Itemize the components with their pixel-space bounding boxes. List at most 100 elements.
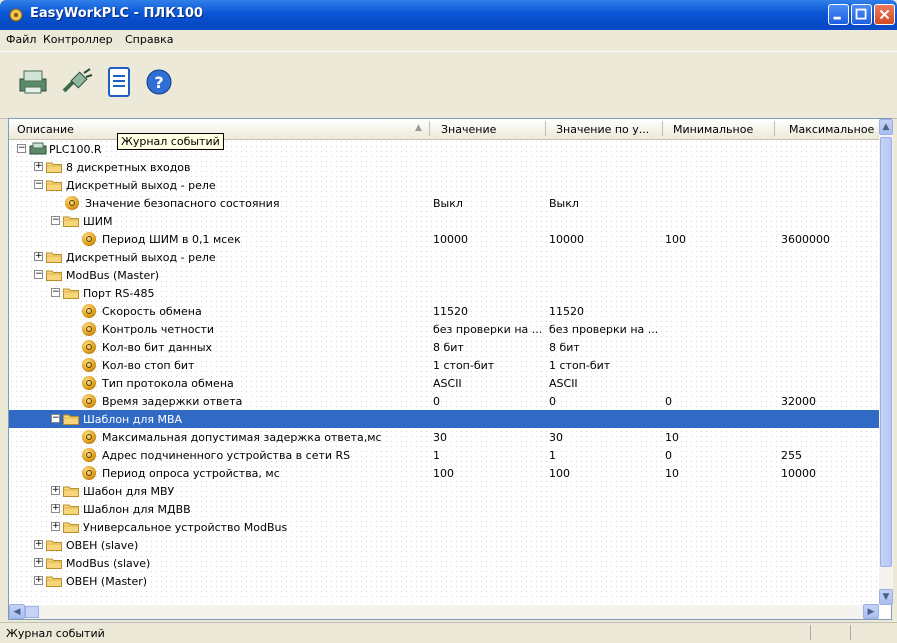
tree-row[interactable]: − Порт RS-485 [9,284,879,302]
parameter-icon [65,196,79,210]
collapse-icon[interactable]: − [51,216,60,225]
tree-row[interactable]: Кол-во бит данных 8 бит 8 бит [9,338,879,356]
print-button[interactable] [14,62,52,102]
folder-icon [46,162,62,173]
tree-rows: − PLC100.R +8 дискретных входов − Дискретный… [9,139,879,605]
cell-min: 0 [665,395,672,408]
tree-row[interactable]: Период опроса устройства, мс 100 100 10 1000… [9,464,879,482]
row-label: Скорость обмена [102,305,202,318]
cell-max: 32000 [781,395,816,408]
expand-icon[interactable]: + [34,162,43,171]
cell-d: 30 [549,431,563,444]
expand-icon[interactable]: + [51,504,60,513]
cell-d: 11520 [549,305,584,318]
folder-icon [63,486,79,497]
close-button[interactable] [874,4,895,25]
row-label: Шаблон для МДВВ [83,503,191,516]
cell-v: Выкл [433,197,463,210]
cell-v: 8 бит [433,341,464,354]
expand-icon[interactable]: + [51,522,60,531]
scroll-left-icon[interactable]: ◀ [9,604,25,619]
folder-icon [63,288,79,299]
collapse-icon[interactable]: − [17,144,26,153]
cell-min: 100 [665,233,686,246]
title-bar[interactable]: EasyWorkPLC - ПЛК100 [0,0,897,30]
help-button[interactable]: ? [140,62,178,102]
collapse-icon[interactable]: − [34,270,43,279]
row-label: Период ШИМ в 0,1 мсек [102,233,241,246]
row-label: Время задержки ответа [102,395,243,408]
menu-controller[interactable]: Контроллер [43,33,113,46]
tree-row[interactable]: Значение безопасного состояния Выкл Выкл [9,194,879,212]
expand-icon[interactable]: + [34,576,43,585]
hscroll-thumb[interactable] [25,606,39,618]
col-value[interactable]: Значение [441,123,496,136]
row-label: ОВЕН (slave) [66,539,139,552]
vertical-scrollbar[interactable]: ▲ ▼ [879,119,893,605]
tree-row[interactable]: Контроль четности без проверки на ... без … [9,320,879,338]
tree-row[interactable]: + Универсальное устройство ModBus [9,518,879,536]
tree-row[interactable]: − Шаблон для МВА [9,410,879,428]
tree-row[interactable]: + Дискретный выход - реле [9,248,879,266]
tree-row[interactable]: + Шабон для МВУ [9,482,879,500]
expand-icon[interactable]: + [34,540,43,549]
tree-row[interactable]: Время задержки ответа 0 0 0 32000 [9,392,879,410]
menu-help[interactable]: Справка [125,33,173,46]
scroll-right-icon[interactable]: ▶ [863,604,879,619]
parameter-icon [82,394,96,408]
folder-icon [46,558,62,569]
tree-row[interactable]: Период ШИМ в 0,1 мсек 10000 10000 100 360000… [9,230,879,248]
tree-row[interactable]: − ModBus (Master) [9,266,879,284]
expand-icon[interactable]: + [34,252,43,261]
col-default[interactable]: Значение по у... [556,123,649,136]
tree-row[interactable]: + ModBus (slave) [9,554,879,572]
event-log-button[interactable] [100,62,138,102]
row-label: Кол-во бит данных [102,341,213,354]
connect-button[interactable] [58,62,96,102]
tree-row[interactable]: Кол-во стоп бит 1 стоп-бит 1 стоп-бит [9,356,879,374]
tree-row[interactable]: + ОВЕН (Master) [9,572,879,590]
row-label: ModBus (slave) [66,557,151,570]
horizontal-scrollbar[interactable]: ◀ ▶ [9,604,879,619]
tree-row[interactable]: Максимальная допустимая задержка ответа,… [9,428,879,446]
tree-row[interactable]: − ШИМ [9,212,879,230]
scroll-up-icon[interactable]: ▲ [879,119,893,135]
col-description[interactable]: Описание [17,123,74,136]
folder-icon [46,270,62,281]
window-title: EasyWorkPLC - ПЛК100 [30,6,203,21]
tree-row[interactable]: + Шаблон для МДВВ [9,500,879,518]
app-window: EasyWorkPLC - ПЛК100 Файл Контроллер Спр… [0,0,897,643]
scroll-thumb[interactable] [880,137,892,567]
minimize-button[interactable] [828,4,849,25]
expand-icon[interactable]: + [34,558,43,567]
cell-v: 30 [433,431,447,444]
parameter-tree[interactable]: Описание ▲ Значение Значение по у... Мин… [8,118,893,620]
menu-file[interactable]: Файл [6,33,36,46]
row-label: Шабон для МВУ [83,485,175,498]
expand-icon[interactable]: + [51,486,60,495]
tree-row[interactable]: Скорость обмена 11520 11520 [9,302,879,320]
tree-row[interactable]: Тип протокола обмена ASCII ASCII [9,374,879,392]
maximize-button[interactable] [851,4,872,25]
col-max[interactable]: Максимальное [789,123,874,136]
app-icon [9,8,23,22]
cell-v: 10000 [433,233,468,246]
tree-row[interactable]: − Дискретный выход - реле [9,176,879,194]
status-text: Журнал событий [6,627,105,640]
tree-row[interactable]: + ОВЕН (slave) [9,536,879,554]
folder-icon [46,180,62,191]
scroll-down-icon[interactable]: ▼ [879,589,893,605]
cell-max: 3600000 [781,233,830,246]
cell-max: 255 [781,449,802,462]
row-label: ШИМ [83,215,113,228]
tree-row[interactable]: +8 дискретных входов [9,158,879,176]
collapse-icon[interactable]: − [51,414,60,423]
cell-min: 10 [665,467,679,480]
cell-min: 10 [665,431,679,444]
cell-v: без проверки на ... [433,323,543,336]
svg-text:?: ? [154,73,163,92]
collapse-icon[interactable]: − [34,180,43,189]
col-min[interactable]: Минимальное [673,123,753,136]
collapse-icon[interactable]: − [51,288,60,297]
tree-row[interactable]: Адрес подчиненного устройства в сети RS 1… [9,446,879,464]
